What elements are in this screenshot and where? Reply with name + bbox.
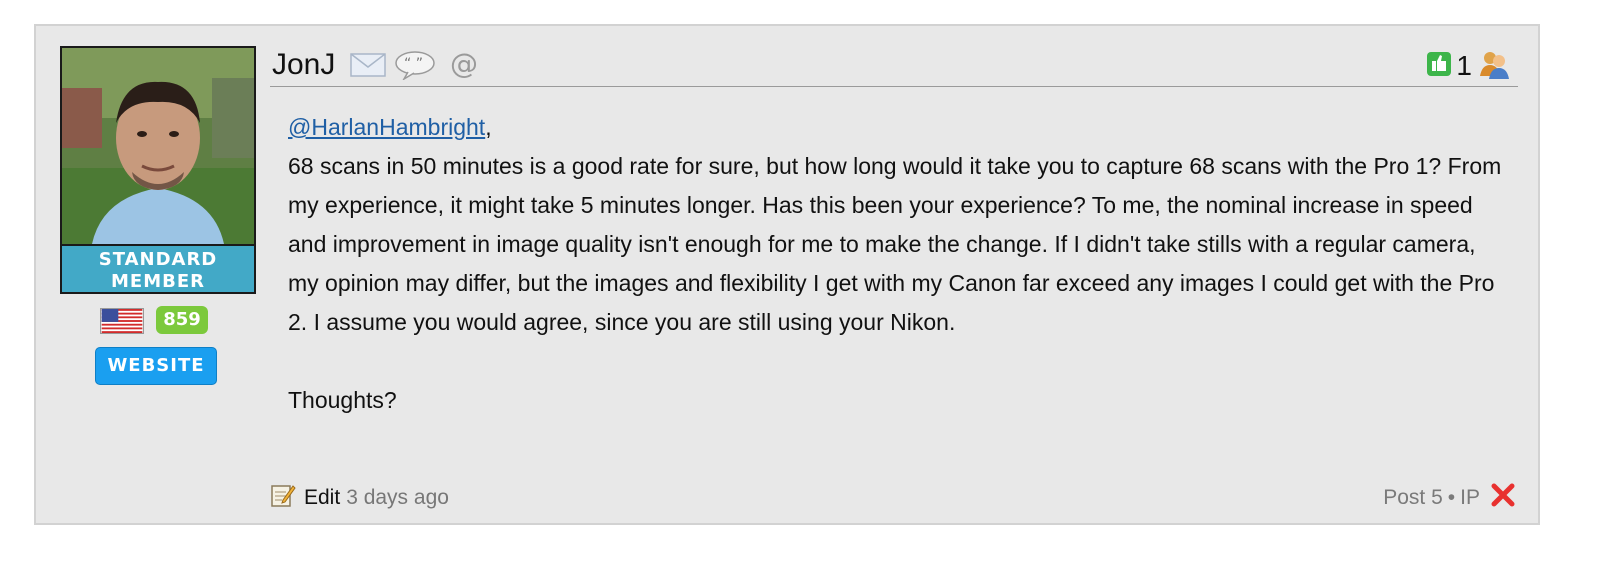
envelope-icon[interactable] [350, 52, 386, 83]
post-timestamp: 3 days ago [346, 486, 449, 509]
footer-separator: • [1447, 486, 1456, 509]
like-count: 1 [1456, 50, 1472, 81]
rank-line-1: STANDARD [98, 249, 218, 270]
post-number-link[interactable]: Post 5 [1383, 486, 1443, 510]
rank-line-2: MEMBER [111, 271, 205, 292]
post-header: JonJ “ ” @ 1 [270, 46, 1518, 87]
edit-link[interactable]: Edit [304, 486, 340, 510]
username-link[interactable]: JonJ [272, 48, 335, 82]
users-who-liked-icon[interactable] [1478, 48, 1510, 85]
likes-area: 1 [1426, 50, 1510, 82]
reputation-badge[interactable]: 859 [156, 306, 208, 334]
post-footer-right: Post 5 • IP [1383, 482, 1516, 514]
thumbs-up-icon[interactable] [1426, 51, 1452, 82]
at-mention-icon[interactable]: @ [448, 47, 480, 85]
post-closing: Thoughts? [288, 387, 397, 413]
svg-text:@: @ [450, 48, 478, 80]
delete-icon[interactable] [1490, 482, 1516, 514]
avatar-photo[interactable] [62, 48, 254, 244]
post-footer-left: Edit 3 days ago [270, 482, 449, 514]
member-rank-badge: STANDARD MEMBER [62, 244, 254, 292]
us-flag-icon [100, 308, 144, 334]
post-body: @HarlanHambright, 68 scans in 50 minutes… [288, 108, 1508, 420]
website-button[interactable]: WEBSITE [95, 347, 217, 385]
ip-link[interactable]: IP [1460, 486, 1480, 510]
mention-link[interactable]: @HarlanHambright [288, 114, 485, 140]
forum-post: STANDARD MEMBER 859 WEBSITE JonJ “ ” @ 1… [34, 24, 1540, 525]
avatar[interactable]: STANDARD MEMBER [60, 46, 256, 294]
svg-text:“ ”: “ ” [404, 56, 423, 72]
mention-line: @HarlanHambright, [288, 108, 1508, 147]
speech-bubble-icon[interactable]: “ ” [394, 50, 436, 85]
edit-icon[interactable] [270, 482, 296, 514]
post-paragraph: 68 scans in 50 minutes is a good rate fo… [288, 153, 1502, 335]
mention-suffix: , [485, 114, 492, 140]
